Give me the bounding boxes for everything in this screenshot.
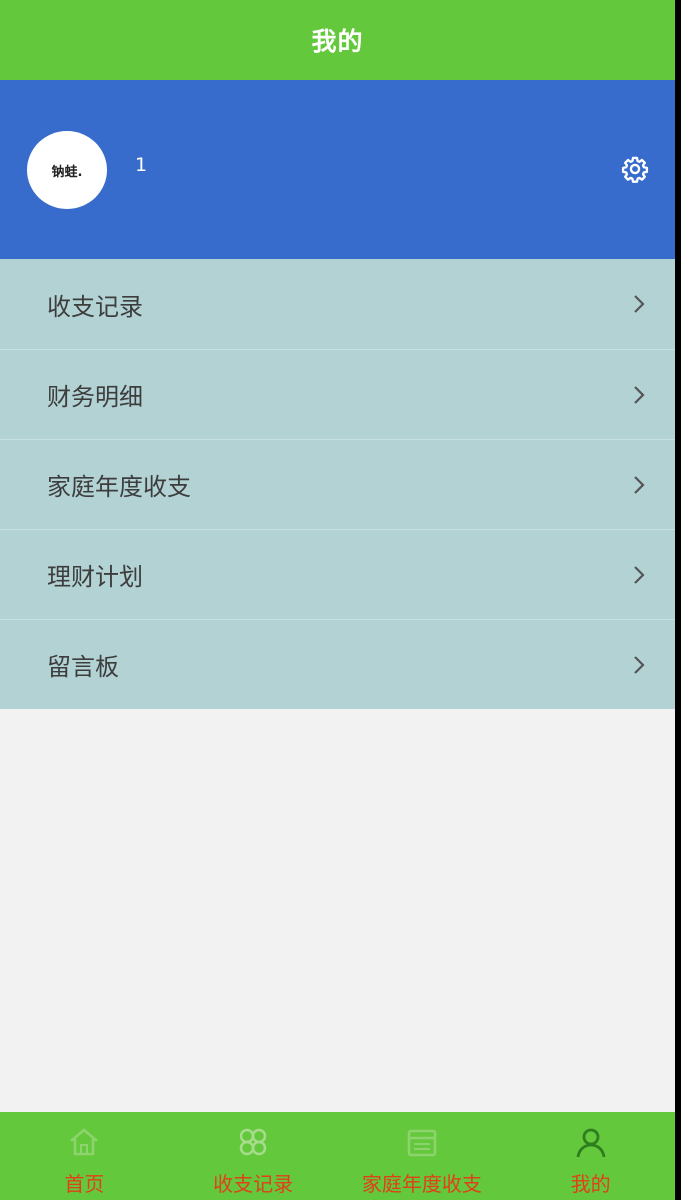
screen-edge [675, 0, 681, 1200]
menu-item-label: 理财计划 [47, 563, 143, 591]
menu-item-label: 家庭年度收支 [47, 473, 191, 501]
chevron-right-icon [631, 383, 647, 407]
tab-label: 首页 [64, 1172, 105, 1196]
menu-item-label: 留言板 [47, 653, 119, 681]
menu-item-financial-plan[interactable]: 理财计划 [0, 529, 675, 619]
menu-item-financial-details[interactable]: 财务明细 [0, 349, 675, 439]
chevron-right-icon [631, 563, 647, 587]
tab-label: 收支记录 [213, 1172, 294, 1196]
title-bar: 我的 [0, 0, 675, 80]
chevron-right-icon [631, 292, 647, 316]
user-icon [571, 1122, 611, 1162]
tab-home[interactable]: 首页 [0, 1112, 169, 1200]
chevron-right-icon [631, 473, 647, 497]
bottom-tab-bar: 首页 收支记录 家庭年度收支 我的 [0, 1112, 675, 1200]
menu-item-income-expense-records[interactable]: 收支记录 [0, 259, 675, 349]
menu-item-family-annual[interactable]: 家庭年度收支 [0, 439, 675, 529]
tab-mine[interactable]: 我的 [506, 1112, 675, 1200]
username: 1 [135, 154, 148, 176]
menu-item-message-board[interactable]: 留言板 [0, 619, 675, 709]
avatar-text: 钠蛙. [51, 164, 83, 180]
tab-label: 我的 [570, 1172, 611, 1196]
settings-button[interactable] [620, 154, 650, 184]
tab-label: 家庭年度收支 [361, 1172, 482, 1196]
home-icon [64, 1122, 104, 1162]
profile-header: 钠蛙. 1 [0, 80, 675, 259]
tab-family-annual[interactable]: 家庭年度收支 [338, 1112, 507, 1200]
gear-icon [621, 156, 649, 183]
calendar-icon [402, 1122, 442, 1162]
menu-item-label: 收支记录 [47, 292, 143, 321]
menu-list: 收支记录 财务明细 家庭年度收支 理财计划 留言板 [0, 259, 675, 709]
menu-item-label: 财务明细 [47, 383, 143, 411]
tab-income-expense-records[interactable]: 收支记录 [169, 1112, 338, 1200]
page-title: 我的 [311, 27, 364, 56]
grid-icon [233, 1122, 273, 1162]
avatar[interactable]: 钠蛙. [27, 131, 107, 209]
chevron-right-icon [631, 653, 647, 677]
app-screen: 我的 钠蛙. 1 收支记录 财务明细 家庭年度收支 理财计划 留言板 首页 收支… [0, 0, 675, 1200]
